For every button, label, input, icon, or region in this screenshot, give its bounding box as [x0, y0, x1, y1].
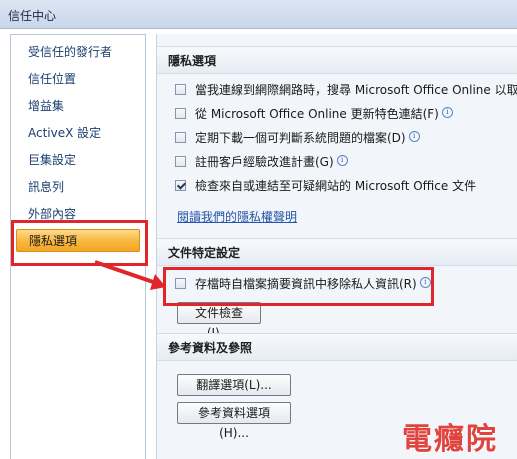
privacy-option-featured-links[interactable]: 從 Microsoft Office Online 更新特色連結(F) i — [175, 104, 453, 124]
document-option-remove-personal-info[interactable]: 存檔時自檔案摘要資訊中移除私人資訊(R) i — [175, 274, 431, 294]
settings-panel: 隱私選項 當我連線到網際網路時，搜尋 Microsoft Office Onli… — [156, 34, 517, 459]
window-title: 信任中心 — [8, 9, 57, 23]
sidebar: 受信任的發行者 信任位置 增益集 ActiveX 設定 巨集設定 訊息列 外部內… — [10, 34, 146, 459]
info-icon[interactable]: i — [419, 277, 431, 288]
document-settings-section-header: 文件特定設定 — [157, 238, 517, 266]
remove-personal-info-label: 存檔時自檔案摘要資訊中移除私人資訊(R) — [195, 277, 417, 291]
sidebar-item-trusted-publishers[interactable]: 受信任的發行者 — [16, 41, 140, 64]
privacy-option-ceip[interactable]: 註冊客戶經驗改進計畫(G) i — [175, 152, 348, 172]
featured-links-label: 從 Microsoft Office Online 更新特色連結(F) — [195, 107, 439, 121]
title-bar: 信任中心 — [0, 0, 517, 29]
remove-personal-info-checkbox[interactable] — [175, 278, 186, 289]
translation-options-button[interactable]: 翻譯選項(L)... — [177, 374, 291, 396]
privacy-option-suspicious-sites[interactable]: 檢查來自或連結至可疑網站的 Microsoft Office 文件 — [175, 176, 476, 196]
info-icon[interactable]: i — [336, 155, 348, 166]
document-inspector-button[interactable]: 文件檢查(I)... — [177, 302, 261, 340]
suspicious-sites-label: 檢查來自或連結至可疑網站的 Microsoft Office 文件 — [195, 179, 477, 193]
ceip-checkbox[interactable] — [175, 156, 186, 167]
diagnostics-checkbox[interactable] — [175, 132, 186, 143]
privacy-section-header: 隱私選項 — [157, 46, 517, 74]
featured-links-checkbox[interactable] — [175, 108, 186, 119]
info-icon[interactable]: i — [441, 107, 453, 118]
privacy-option-diagnostics[interactable]: 定期下載一個可判斷系統問題的檔案(D) i — [175, 128, 420, 148]
research-options-button[interactable]: 參考資料選項(H)... — [177, 402, 291, 440]
privacy-statement-link[interactable]: 閱讀我們的隱私權聲明 — [177, 208, 297, 225]
research-section-header: 參考資料及參照 — [157, 333, 517, 361]
sidebar-item-macro-settings[interactable]: 巨集設定 — [16, 149, 140, 172]
info-icon[interactable]: i — [408, 131, 420, 142]
sidebar-item-message-bar[interactable]: 訊息列 — [16, 176, 140, 199]
sidebar-item-privacy-options[interactable]: 隱私選項 — [16, 229, 140, 252]
suspicious-sites-checkbox[interactable] — [175, 180, 186, 191]
ceip-label: 註冊客戶經驗改進計畫(G) — [195, 155, 334, 169]
sidebar-item-activex[interactable]: ActiveX 設定 — [16, 122, 140, 145]
search-online-label: 當我連線到網際網路時，搜尋 Microsoft Office Online 以取… — [195, 83, 517, 97]
sidebar-item-add-ins[interactable]: 增益集 — [16, 95, 140, 118]
watermark-logo: 電癮院 — [402, 422, 498, 457]
sidebar-item-trusted-locations[interactable]: 信任位置 — [16, 68, 140, 91]
diagnostics-label: 定期下載一個可判斷系統問題的檔案(D) — [195, 131, 406, 145]
search-online-checkbox[interactable] — [175, 84, 186, 95]
sidebar-item-external-content[interactable]: 外部內容 — [16, 203, 140, 226]
privacy-option-search-online[interactable]: 當我連線到網際網路時，搜尋 Microsoft Office Online 以取… — [175, 80, 517, 100]
